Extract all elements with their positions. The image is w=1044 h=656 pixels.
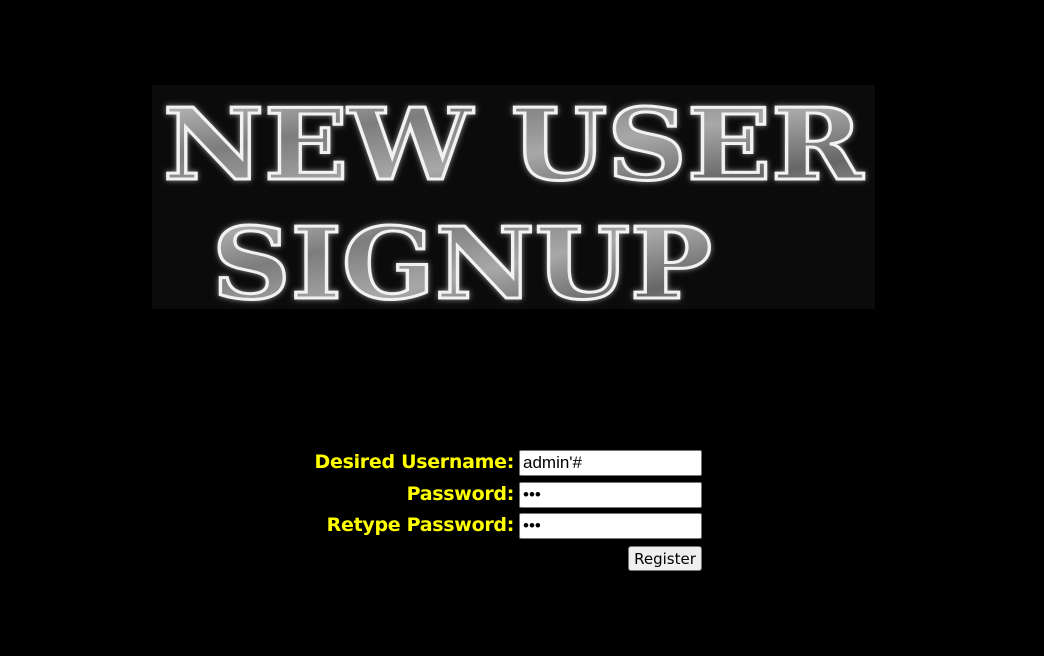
- username-row: Desired Username:: [300, 449, 710, 481]
- signup-form: Desired Username: Password: Retype Passw…: [300, 449, 710, 571]
- signup-banner-graphic: NEW USER SIGNUP: [162, 87, 867, 310]
- username-input[interactable]: [519, 450, 702, 476]
- retype-password-label: Retype Password:: [326, 514, 515, 536]
- register-button[interactable]: Register: [628, 546, 702, 571]
- retype-password-row: Retype Password:: [300, 512, 710, 544]
- banner-title-line2: SIGNUP: [212, 207, 712, 309]
- username-label: Desired Username:: [314, 451, 515, 473]
- signup-banner: NEW USER SIGNUP: [152, 85, 875, 309]
- banner-title-line1: NEW USER: [163, 88, 865, 203]
- signup-page: NEW USER SIGNUP Desired Username: Passwo…: [0, 0, 1044, 656]
- password-label: Password:: [406, 482, 515, 505]
- retype-password-input[interactable]: [519, 513, 702, 539]
- password-input[interactable]: [519, 481, 702, 508]
- password-row: Password:: [300, 481, 710, 513]
